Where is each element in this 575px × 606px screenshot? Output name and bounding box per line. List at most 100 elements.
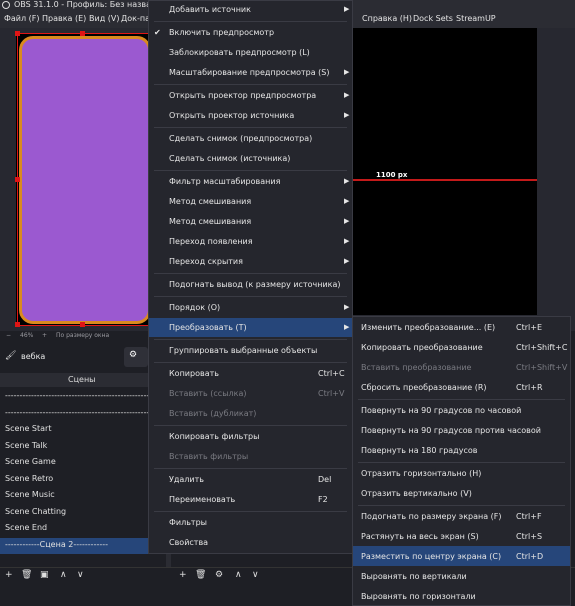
menu-item-group-selected[interactable]: Группировать выбранные объекты [169, 346, 317, 355]
menu-separator [154, 468, 347, 469]
selection-bounding-box[interactable] [15, 31, 151, 327]
gear-icon[interactable]: ⚙ [215, 570, 223, 580]
scene-item[interactable]: Scene Talk [5, 441, 47, 450]
zoom-out-icon[interactable]: − [6, 332, 11, 339]
submenu-arrow-icon: ▶ [344, 217, 350, 225]
menu-edit[interactable]: Правка (E) [42, 14, 86, 23]
resize-handle-b[interactable] [80, 322, 85, 327]
scene-item[interactable]: Scene End [5, 523, 47, 532]
menu-item-paste-filters: Вставить фильтры [169, 452, 249, 461]
menu-item-copy-transform[interactable]: Копировать преобразование [361, 343, 483, 352]
scene-item[interactable]: Scene Game [5, 457, 56, 466]
shortcut-edit-transform: Ctrl+E [516, 323, 542, 332]
obs-logo-icon [2, 1, 10, 9]
menu-item-rotate-90-ccw[interactable]: Повернуть на 90 градусов против часовой [361, 426, 541, 435]
menu-item-flip-vertical[interactable]: Отразить вертикально (V) [361, 489, 472, 498]
submenu-arrow-icon: ▶ [344, 237, 350, 245]
chevron-down-icon[interactable]: ∨ [252, 570, 259, 580]
menu-item-scale-filter[interactable]: Фильтр масштабирования [169, 177, 280, 186]
scene-item[interactable]: ----------------------------------------… [5, 408, 163, 417]
fit-to-window-label[interactable]: По размеру окна [56, 332, 109, 339]
menu-item-enable-preview[interactable]: Включить предпросмотр [169, 28, 274, 37]
shortcut-rename: F2 [318, 495, 328, 504]
menu-item-properties[interactable]: Свойства [169, 538, 208, 547]
scene-item[interactable]: Scene Retro [5, 474, 53, 483]
menu-item-order[interactable]: Порядок (O) [169, 303, 220, 312]
menu-item-screenshot-preview[interactable]: Сделать снимок (предпросмотра) [169, 134, 312, 143]
menu-separator [154, 511, 347, 512]
menu-item-align-vertical[interactable]: Выровнять по вертикали [361, 572, 467, 581]
menu-item-edit-transform[interactable]: Изменить преобразование... (E) [361, 323, 495, 332]
trash-icon[interactable]: 🗑 [195, 570, 206, 580]
submenu-arrow-icon: ▶ [344, 177, 350, 185]
source-properties-button[interactable]: ⚙ [124, 347, 148, 367]
shortcut-stretch-to-screen: Ctrl+S [516, 532, 543, 541]
menu-item-paste-transform: Вставить преобразование [361, 363, 472, 372]
menu-separator [154, 170, 347, 171]
resize-handle-tl[interactable] [15, 31, 20, 36]
scene-item[interactable]: Scene Music [5, 490, 55, 499]
menu-item-rotate-180[interactable]: Повернуть на 180 градусов [361, 446, 477, 455]
menu-item-delete[interactable]: Удалить [169, 475, 204, 484]
chevron-up-icon[interactable]: ∧ [60, 570, 67, 580]
menu-view[interactable]: Вид (V) [89, 14, 119, 23]
menu-item-add-source[interactable]: Добавить источник [169, 5, 251, 14]
menu-item-fit-to-screen[interactable]: Подогнать по размеру экрана (F) [361, 512, 502, 521]
scene-item[interactable]: ----------------------------------------… [5, 391, 155, 400]
menu-item-source-projector[interactable]: Открыть проектор источника [169, 111, 294, 120]
menu-item-blend-method-2[interactable]: Метод смешивания [169, 217, 251, 226]
menu-item-transform[interactable]: Преобразовать (T) [169, 323, 247, 332]
menu-item-show-transition[interactable]: Переход появления [169, 237, 253, 246]
menu-item-screenshot-source[interactable]: Сделать снимок (источника) [169, 154, 290, 163]
menu-item-flip-horizontal[interactable]: Отразить горизонтально (H) [361, 469, 481, 478]
shortcut-delete: Del [318, 475, 332, 484]
submenu-arrow-icon: ▶ [344, 91, 350, 99]
filter-icon[interactable]: ▣ [40, 570, 49, 580]
add-source-icon[interactable]: + [179, 570, 187, 580]
menu-streamup[interactable]: StreamUP [456, 14, 496, 23]
menu-item-lock-preview[interactable]: Заблокировать предпросмотр (L) [169, 48, 310, 57]
menu-item-copy[interactable]: Копировать [169, 369, 219, 378]
submenu-arrow-icon: ▶ [344, 257, 350, 265]
menu-file[interactable]: Файл (F) [4, 14, 40, 23]
menu-item-align-horizontal[interactable]: Выровнять по горизонтали [361, 592, 476, 601]
submenu-arrow-icon: ▶ [344, 303, 350, 311]
shortcut-copy-transform: Ctrl+Shift+C [516, 343, 568, 352]
resize-handle-bl[interactable] [15, 322, 20, 327]
menu-docks[interactable]: Док-па [121, 14, 150, 23]
menu-item-preview-projector[interactable]: Открыть проектор предпросмотра [169, 91, 316, 100]
trash-icon[interactable]: 🗑 [21, 570, 32, 580]
menu-separator [154, 84, 347, 85]
menu-separator [358, 399, 565, 400]
menu-item-rotate-90-cw[interactable]: Повернуть на 90 градусов по часовой [361, 406, 521, 415]
menu-item-resize-output[interactable]: Подогнать вывод (к размеру источника) [169, 280, 341, 289]
resize-handle-l[interactable] [15, 177, 20, 182]
menu-item-reset-transform[interactable]: Сбросить преобразование (R) [361, 383, 487, 392]
menu-item-stretch-to-screen[interactable]: Растянуть на весь экран (S) [361, 532, 479, 541]
shortcut-center-to-screen: Ctrl+D [516, 552, 544, 561]
zoom-in-icon[interactable]: + [42, 332, 47, 339]
scene-item-selected[interactable]: ------------Сцена 2------------ [5, 540, 108, 549]
add-scene-icon[interactable]: + [5, 570, 13, 580]
submenu-arrow-icon: ▶ [344, 197, 350, 205]
distance-guide-label: 1100 px [376, 171, 408, 179]
menu-item-rename[interactable]: Переименовать [169, 495, 235, 504]
menu-item-preview-scaling[interactable]: Масштабирование предпросмотра (S) [169, 68, 330, 77]
scenes-title: Сцены [68, 375, 96, 384]
menu-item-filters[interactable]: Фильтры [169, 518, 207, 527]
chevron-up-icon[interactable]: ∧ [235, 570, 242, 580]
menu-separator [358, 462, 565, 463]
resize-handle-t[interactable] [80, 31, 85, 36]
menu-item-copy-filters[interactable]: Копировать фильтры [169, 432, 259, 441]
chevron-down-icon[interactable]: ∨ [77, 570, 84, 580]
submenu-arrow-icon: ▶ [344, 5, 350, 13]
menu-help[interactable]: Справка (H) [362, 14, 412, 23]
menu-separator [154, 21, 347, 22]
menu-item-center-to-screen[interactable]: Разместить по центру экрана (C) [361, 552, 501, 561]
menu-item-hide-transition[interactable]: Переход скрытия [169, 257, 243, 266]
scene-item[interactable]: Scene Start [5, 424, 51, 433]
selected-source-name: вебка [21, 352, 46, 361]
scene-item[interactable]: Scene Chatting [5, 507, 66, 516]
menu-item-blend-method[interactable]: Метод смешивания [169, 197, 251, 206]
menu-dock-sets[interactable]: Dock Sets [413, 14, 453, 23]
